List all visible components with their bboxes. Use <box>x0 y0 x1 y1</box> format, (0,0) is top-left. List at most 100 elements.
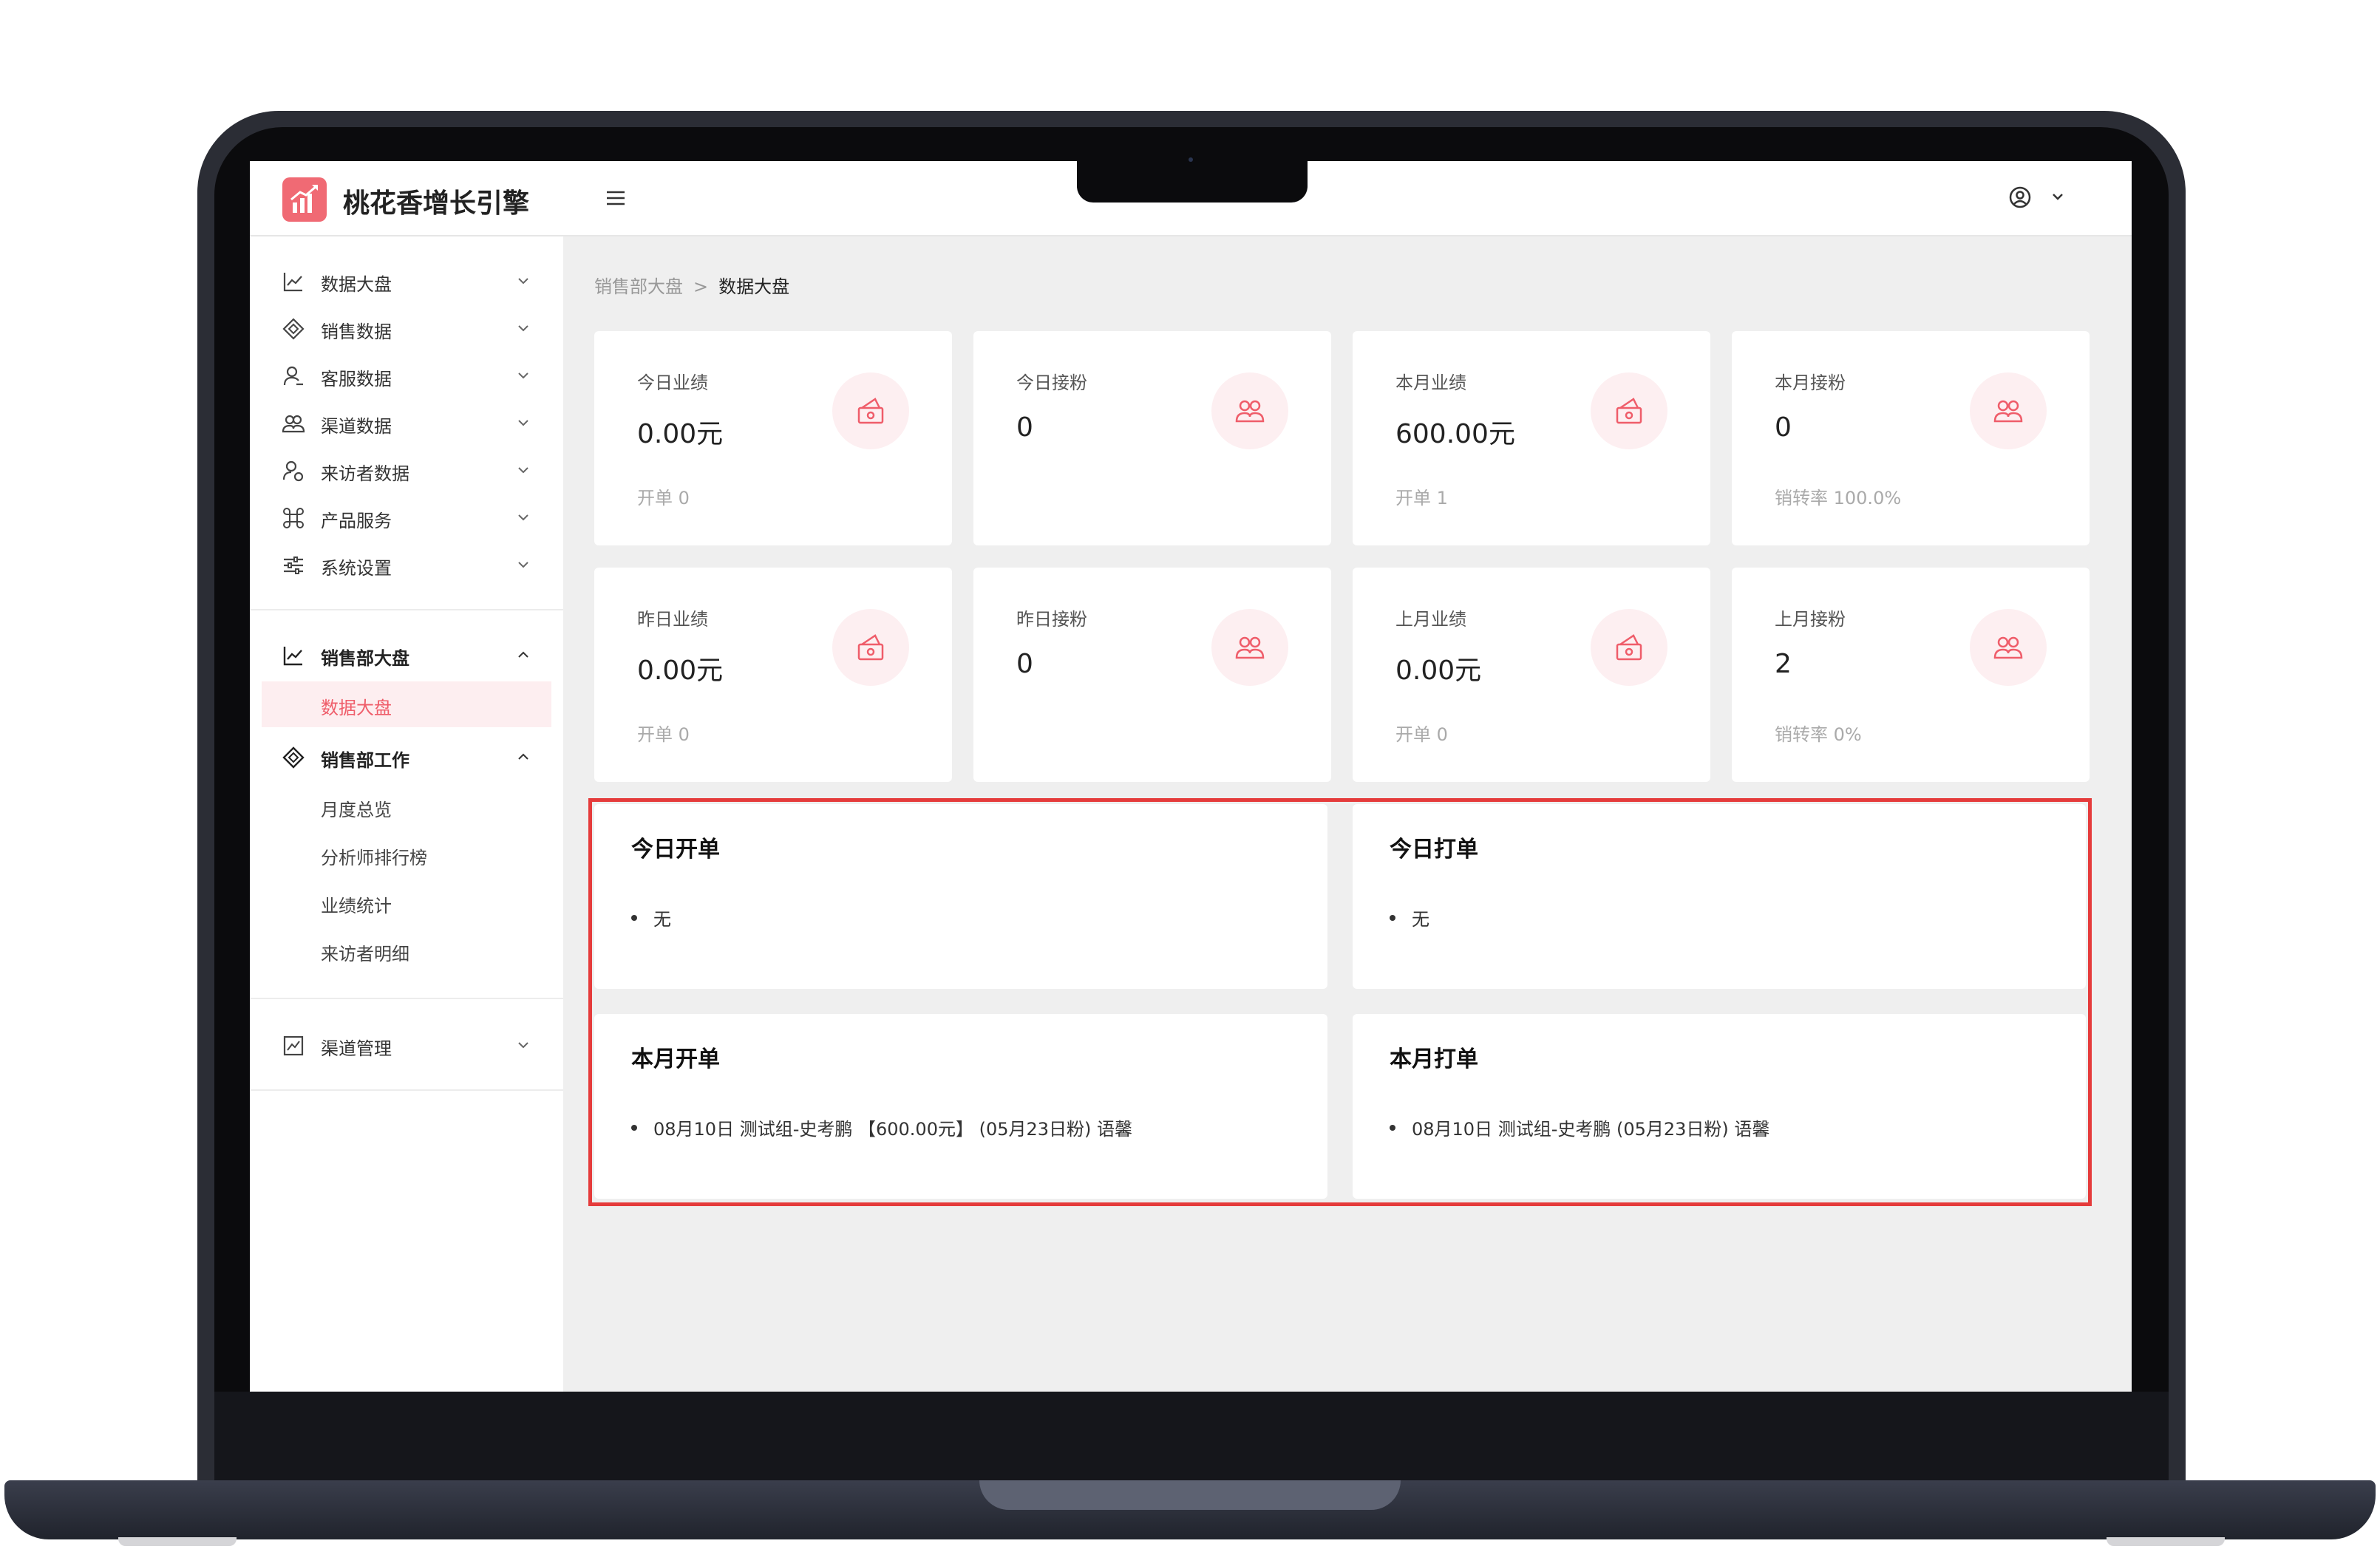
app-screen: 桃花香增长引擎 数据大盘 销售数据 客服数据 渠道数据 来访者数据 产品服务 系… <box>250 161 2132 1392</box>
panel-list-item[interactable]: 08月10日 测试组-史考鹏 【600.00元】 (05月23日粉) 语馨 <box>631 1114 1132 1140</box>
stat-card: 今日接粉 0 <box>973 331 1331 545</box>
bullet-icon <box>631 915 637 921</box>
stat-title: 上月业绩 <box>1395 609 1466 630</box>
today-open-panel: 今日开单 无 <box>594 804 1327 989</box>
chevron-down-icon <box>514 461 532 479</box>
camera-icon <box>1189 157 1193 162</box>
sidebar-subitem-performance-stats[interactable]: 业绩统计 <box>262 879 551 925</box>
stat-value: 2 <box>1775 649 1792 679</box>
stat-title: 今日业绩 <box>637 372 708 393</box>
sidebar-subitem-monthly-overview[interactable]: 月度总览 <box>262 783 551 829</box>
stat-value: 600.00元 <box>1395 419 1515 449</box>
stat-card: 昨日接粉 0 <box>973 568 1331 782</box>
sidebar-item-label: 系统设置 <box>321 558 392 579</box>
sidebar-item-sales-work[interactable]: 销售部工作 <box>250 735 563 779</box>
sidebar-item-service-data[interactable]: 客服数据 <box>250 353 563 398</box>
sidebar-item-label: 销售数据 <box>321 321 392 342</box>
sidebar-item-system-settings[interactable]: 系统设置 <box>250 542 563 587</box>
stat-sub: 开单 0 <box>637 488 690 508</box>
sidebar-item-label: 数据大盘 <box>321 274 392 295</box>
line-chart-icon <box>281 643 306 668</box>
tag-icon <box>281 316 306 341</box>
laptop-foot <box>118 1537 237 1546</box>
sidebar-item-product-service[interactable]: 产品服务 <box>250 495 563 540</box>
sidebar-item-data-board[interactable]: 数据大盘 <box>250 259 563 303</box>
stat-title: 今日接粉 <box>1016 372 1087 393</box>
line-chart-icon <box>281 269 306 294</box>
sidebar-subitem-analyst-ranking[interactable]: 分析师排行榜 <box>262 831 551 877</box>
today-print-panel: 今日打单 无 <box>1353 804 2086 989</box>
chevron-down-icon[interactable] <box>2047 186 2068 207</box>
chevron-up-icon <box>514 646 532 664</box>
sidebar-item-label: 产品服务 <box>321 511 392 531</box>
stat-card: 上月接粉 2 销转率 0% <box>1732 568 2090 782</box>
sidebar-item-sales-data[interactable]: 销售数据 <box>250 306 563 350</box>
sidebar-item-label: 销售部大盘 <box>321 648 409 669</box>
panel-list-item: 无 <box>631 905 671 930</box>
stat-card: 本月接粉 0 销转率 100.0% <box>1732 331 2090 545</box>
panel-item-text: 无 <box>653 909 671 930</box>
sidebar-subitem-label: 分析师排行榜 <box>321 848 427 868</box>
breadcrumb: 销售部大盘 > 数据大盘 <box>594 272 789 298</box>
panel-title: 今日开单 <box>631 837 720 862</box>
sidebar-item-label: 销售部工作 <box>321 750 409 771</box>
group-icon <box>281 411 306 436</box>
users-icon <box>1211 372 1288 449</box>
chevron-down-icon <box>514 414 532 432</box>
chart-box-icon <box>281 1033 306 1058</box>
stat-sub: 开单 0 <box>1395 724 1448 745</box>
panel-title: 本月开单 <box>631 1046 720 1072</box>
stat-sub: 开单 1 <box>1395 488 1448 508</box>
panel-title: 本月打单 <box>1390 1046 1478 1072</box>
users-icon <box>1211 609 1288 686</box>
sidebar-subitem-label: 来访者明细 <box>321 944 409 964</box>
stat-card: 本月业绩 600.00元 开单 1 <box>1353 331 1710 545</box>
sidebar-item-channel-data[interactable]: 渠道数据 <box>250 401 563 445</box>
panel-list-item[interactable]: 08月10日 测试组-史考鹏 (05月23日粉) 语馨 <box>1390 1114 1769 1140</box>
stat-value: 0 <box>1016 412 1033 443</box>
stat-value: 0 <box>1775 412 1792 443</box>
breadcrumb-separator: > <box>693 276 709 297</box>
tag-icon <box>281 745 306 770</box>
sidebar-divider <box>250 1089 563 1091</box>
camera-notch <box>1077 161 1308 202</box>
sidebar-subitem-visitor-details[interactable]: 来访者明细 <box>262 928 551 973</box>
breadcrumb-parent[interactable]: 销售部大盘 <box>594 276 683 297</box>
stat-title: 本月业绩 <box>1395 372 1466 393</box>
chevron-down-icon <box>514 367 532 384</box>
chevron-down-icon <box>514 1036 532 1054</box>
stat-value: 0.00元 <box>637 656 724 686</box>
money-icon <box>832 372 909 449</box>
stat-title: 昨日业绩 <box>637 609 708 630</box>
bullet-icon <box>631 1125 637 1131</box>
panel-title: 今日打单 <box>1390 837 1478 862</box>
sidebar-item-visitor-data[interactable]: 来访者数据 <box>250 448 563 492</box>
money-icon <box>1591 609 1667 686</box>
sidebar-subitem-label: 业绩统计 <box>321 896 392 916</box>
stat-sub: 开单 0 <box>637 724 690 745</box>
user-avatar-icon[interactable] <box>2007 185 2033 210</box>
sidebar-item-channel-management[interactable]: 渠道管理 <box>250 1023 563 1067</box>
laptop-foot <box>2107 1537 2225 1546</box>
sidebar-subitem-data-board[interactable]: 数据大盘 <box>262 681 551 727</box>
bullet-icon <box>1390 915 1395 921</box>
bullet-icon <box>1390 1125 1395 1131</box>
hamburger-menu-icon[interactable] <box>603 186 628 211</box>
sidebar-item-sales-board[interactable]: 销售部大盘 <box>250 633 563 677</box>
stat-card: 上月业绩 0.00元 开单 0 <box>1353 568 1710 782</box>
user-icon <box>281 364 306 389</box>
stat-title: 昨日接粉 <box>1016 609 1087 630</box>
sidebar-item-label: 客服数据 <box>321 369 392 389</box>
sidebar-item-label: 来访者数据 <box>321 463 409 484</box>
sidebar-divider <box>250 609 563 610</box>
panel-item-text: 08月10日 测试组-史考鹏 【600.00元】 (05月23日粉) 语馨 <box>653 1119 1133 1140</box>
sidebar: 数据大盘 销售数据 客服数据 渠道数据 来访者数据 产品服务 系统设置 销售部大… <box>250 236 563 1392</box>
laptop-chin <box>214 1392 2169 1480</box>
stat-value: 0 <box>1016 649 1033 679</box>
month-open-panel: 本月开单 08月10日 测试组-史考鹏 【600.00元】 (05月23日粉) … <box>594 1014 1327 1199</box>
stat-card: 今日业绩 0.00元 开单 0 <box>594 331 952 545</box>
laptop-base-notch <box>979 1480 1401 1510</box>
users-icon <box>1970 372 2047 449</box>
sidebar-divider <box>250 998 563 999</box>
stat-sub: 销转率 100.0% <box>1775 488 1902 508</box>
